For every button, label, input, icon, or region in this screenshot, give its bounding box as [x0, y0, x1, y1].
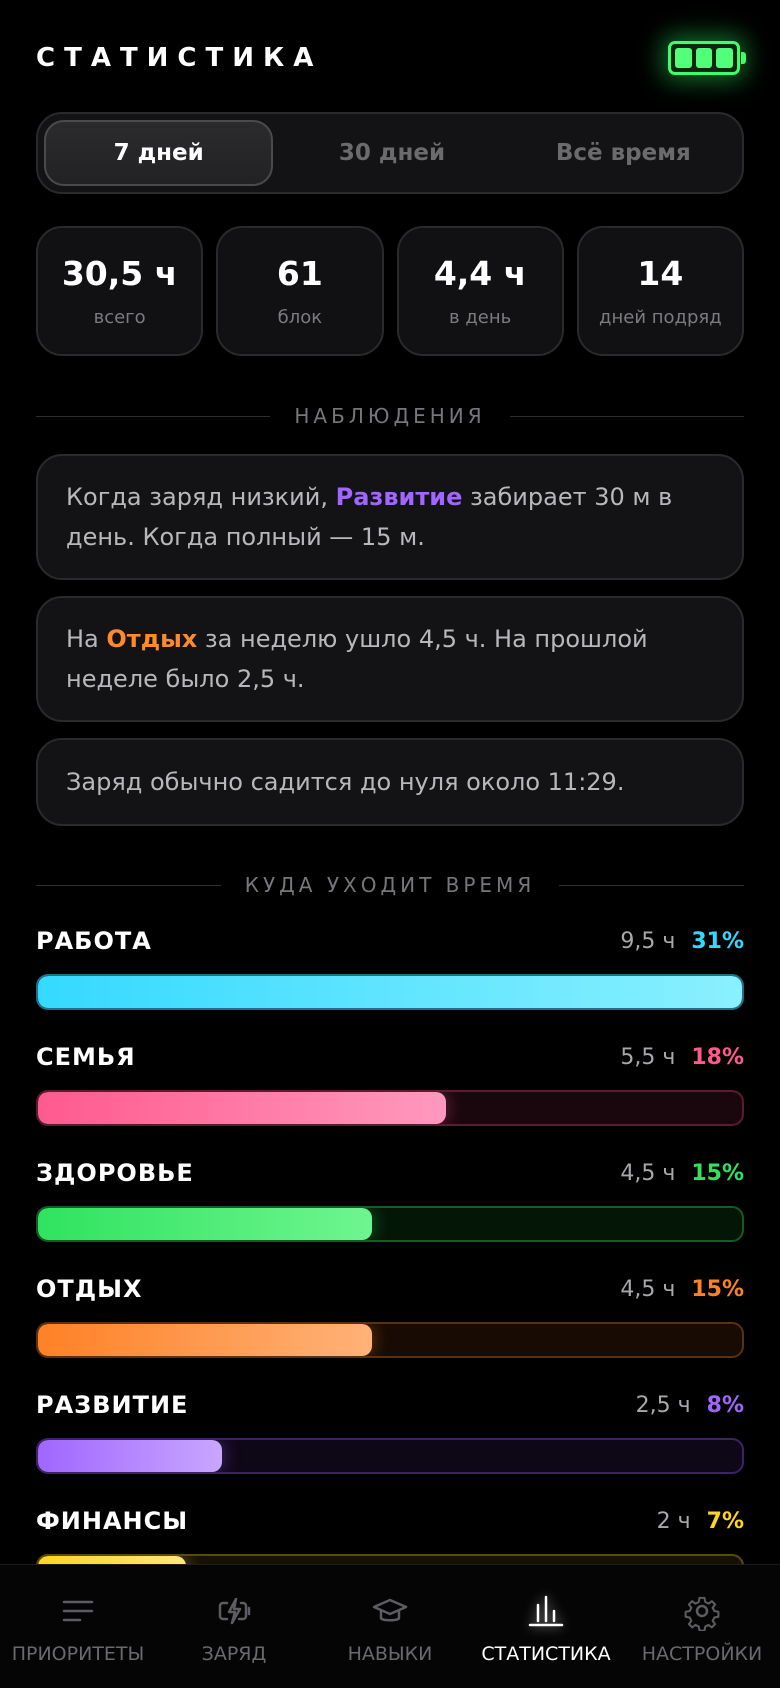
- category-percent: 18%: [691, 1044, 744, 1070]
- time-divider: КУДА УХОДИТ ВРЕМЯ: [36, 873, 745, 897]
- stat-blocks: 61 блок: [216, 226, 384, 356]
- stat-label: в день: [449, 307, 512, 328]
- category-progress-bar: [36, 1206, 744, 1242]
- category-percent: 15%: [691, 1276, 744, 1302]
- category-progress-fill: [38, 1324, 373, 1356]
- observation-card: Заряд обычно садится до нуля около 11:29…: [36, 738, 744, 826]
- category-percent: 15%: [691, 1160, 744, 1186]
- observations-divider: НАБЛЮДЕНИЯ: [36, 404, 745, 428]
- category-name: РАЗВИТИЕ: [36, 1391, 189, 1419]
- observation-text: На Отдых за неделю ушло 4,5 ч. На прошло…: [66, 625, 648, 693]
- category-row: ЗДОРОВЬЕ 4,5 ч 15%: [36, 1156, 744, 1242]
- stat-streak: 14 дней подряд: [576, 226, 744, 356]
- category-progress-fill: [38, 1208, 373, 1240]
- category-hours: 2 ч: [656, 1508, 691, 1534]
- category-hours: 2,5 ч: [635, 1392, 691, 1418]
- category-hours: 4,5 ч: [620, 1276, 676, 1302]
- category-name: СЕМЬЯ: [36, 1043, 136, 1071]
- stat-value: 14: [637, 254, 684, 293]
- category-hours: 4,5 ч: [620, 1160, 676, 1186]
- category-progress-bar: [36, 1322, 744, 1358]
- list-icon: [62, 1600, 94, 1622]
- stat-per-day: 4,4 ч в день: [396, 226, 564, 356]
- tab-all-time[interactable]: Всё время: [511, 120, 736, 186]
- category-row: СЕМЬЯ 5,5 ч 18%: [36, 1040, 744, 1126]
- category-progress-fill: [38, 1440, 223, 1472]
- stat-label: блок: [277, 307, 323, 328]
- category-row: ОТДЫХ 4,5 ч 15%: [36, 1272, 744, 1358]
- section-title: КУДА УХОДИТ ВРЕМЯ: [244, 873, 536, 897]
- gear-icon: [684, 1596, 720, 1631]
- observation-card: Когда заряд низкий, Развитие забирает 30…: [36, 454, 744, 580]
- category-percent: 8%: [706, 1392, 744, 1418]
- category-name: ОТДЫХ: [36, 1275, 143, 1303]
- nav-statistics[interactable]: СТАТИСТИКА: [468, 1565, 624, 1688]
- period-selector: 7 дней 30 дней Всё время: [36, 112, 744, 194]
- stat-label: всего: [93, 307, 146, 328]
- nav-settings[interactable]: НАСТРОЙКИ: [624, 1565, 780, 1688]
- category-progress-bar: [36, 1090, 744, 1126]
- summary-stats: 30,5 ч всего 61 блок 4,4 ч в день 14 дне…: [36, 226, 744, 356]
- stat-total: 30,5 ч всего: [36, 226, 204, 356]
- nav-label: ЗАРЯД: [201, 1643, 267, 1665]
- nav-label: НАСТРОЙКИ: [641, 1643, 763, 1665]
- stat-value: 4,4 ч: [433, 254, 527, 293]
- category-progress-bar: [36, 974, 744, 1010]
- category-highlight: Отдых: [106, 625, 198, 653]
- graduation-cap-icon: [372, 1598, 408, 1622]
- section-title: НАБЛЮДЕНИЯ: [294, 404, 486, 428]
- category-name: РАБОТА: [36, 927, 152, 955]
- category-progress-bar: [36, 1438, 744, 1474]
- category-row: РАЗВИТИЕ 2,5 ч 8%: [36, 1388, 744, 1474]
- stat-label: дней подряд: [599, 307, 722, 328]
- header: СТАТИСТИКА: [36, 34, 746, 82]
- category-progress-fill: [38, 976, 742, 1008]
- category-percent: 7%: [706, 1508, 744, 1534]
- tab-7-days[interactable]: 7 дней: [44, 120, 274, 186]
- observation-text: Когда заряд низкий, Развитие забирает 30…: [66, 483, 673, 551]
- stat-value: 30,5 ч: [61, 254, 178, 293]
- nav-charge[interactable]: ЗАРЯД: [156, 1565, 312, 1688]
- category-progress-fill: [38, 1092, 447, 1124]
- bar-chart-icon: [528, 1595, 564, 1627]
- category-hours: 9,5 ч: [620, 928, 676, 954]
- category-name: ЗДОРОВЬЕ: [36, 1159, 194, 1187]
- nav-skills[interactable]: НАВЫКИ: [312, 1565, 468, 1688]
- charge-icon: [218, 1597, 251, 1625]
- category-percent: 31%: [691, 928, 744, 954]
- observation-text: Заряд обычно садится до нуля около 11:29…: [66, 768, 625, 796]
- nav-priorities[interactable]: ПРИОРИТЕТЫ: [0, 1565, 156, 1688]
- observation-card: На Отдых за неделю ушло 4,5 ч. На прошло…: [36, 596, 744, 722]
- nav-label: НАВЫКИ: [347, 1643, 433, 1665]
- nav-label: СТАТИСТИКА: [481, 1643, 611, 1665]
- category-name: ФИНАНСЫ: [36, 1507, 189, 1535]
- category-row: РАБОТА 9,5 ч 31%: [36, 924, 744, 1010]
- bottom-nav: ПРИОРИТЕТЫ ЗАРЯД НАВЫКИ СТАТИСТИКА НАСТР…: [0, 1564, 780, 1688]
- nav-label: ПРИОРИТЕТЫ: [11, 1643, 145, 1665]
- category-hours: 5,5 ч: [620, 1044, 676, 1070]
- battery-full-icon: [668, 41, 746, 75]
- tab-30-days[interactable]: 30 дней: [279, 120, 504, 186]
- page-title: СТАТИСТИКА: [36, 43, 323, 73]
- stat-value: 61: [276, 254, 323, 293]
- category-highlight: Развитие: [335, 483, 463, 511]
